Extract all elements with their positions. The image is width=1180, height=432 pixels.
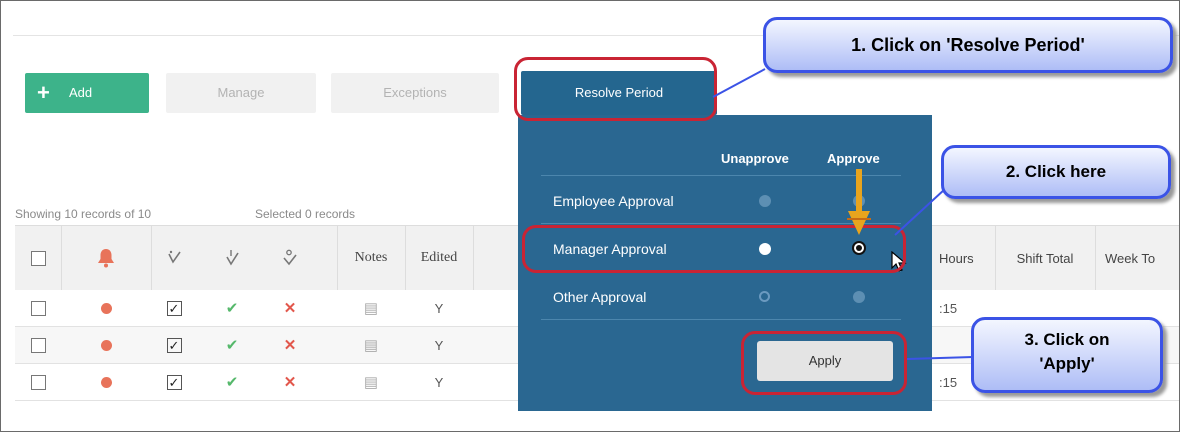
callout-step-1: 1. Click on 'Resolve Period' bbox=[763, 17, 1173, 73]
app-frame: + Add Manage Exceptions Resolve Period S… bbox=[0, 0, 1180, 432]
callout-step-3: 3. Click on 'Apply' bbox=[971, 317, 1163, 393]
callout-step-2: 2. Click here bbox=[941, 145, 1171, 199]
